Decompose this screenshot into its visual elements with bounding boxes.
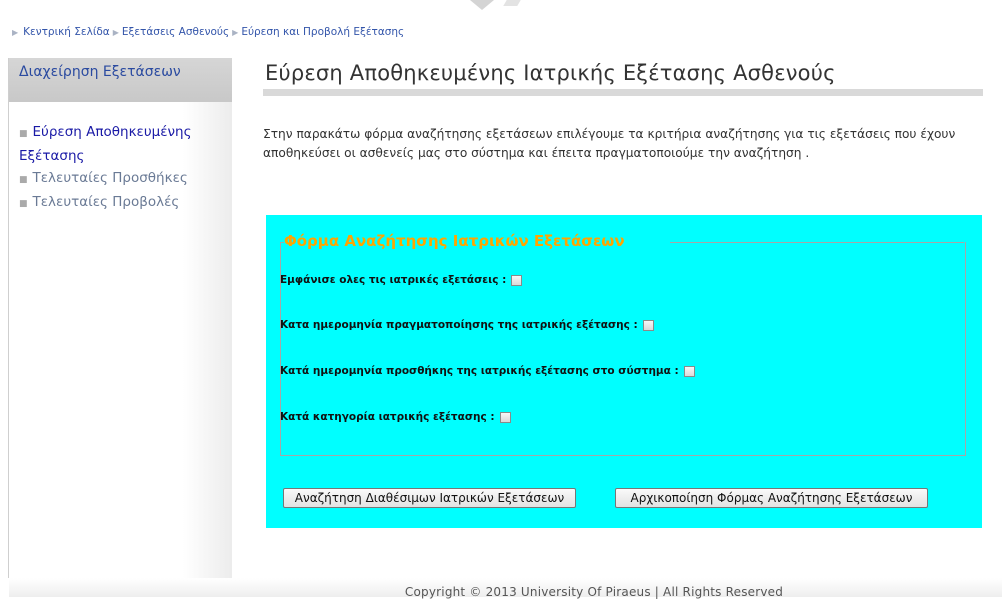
sidebar-item-label: Τελευταίες Προβολές <box>32 194 180 210</box>
sidebar-item-find-exam[interactable]: ■ Εύρεση Αποθηκευμένης Εξέτασης <box>19 121 234 167</box>
sidebar-item-label: Τελευταίες Προσθήκες <box>32 170 188 186</box>
bullet-icon: ■ <box>19 175 28 185</box>
option-by-added-date[interactable]: Κατά ημερομηνία προσθήκης της ιατρικής ε… <box>280 365 695 377</box>
sidebar-header: Διαχείρηση Εξετάσεων <box>9 58 232 102</box>
option-label: Κατα ημερομηνία πραγματοποίησης της ιατρ… <box>280 319 638 331</box>
sidebar-item-recent-additions[interactable]: ■ Τελευταίες Προσθήκες <box>19 167 234 191</box>
breadcrumb-arrow-icon: ▶ <box>112 27 119 37</box>
option-by-category[interactable]: Κατά κατηγορία ιατρικής εξέτασης : <box>280 411 511 423</box>
sidebar: Διαχείρηση Εξετάσεων ■ Εύρεση Αποθηκευμέν… <box>9 58 232 578</box>
form-legend: Φόρμα Αναζήτησης Ιατρικών Εξετάσεων <box>284 232 625 250</box>
added-date-checkbox[interactable] <box>683 365 695 377</box>
breadcrumb-arrow-icon: ▶ <box>232 27 239 37</box>
reset-form-button[interactable]: Αρχικοποίηση Φόρμας Αναζήτησης Εξετάσεων <box>615 488 928 508</box>
sidebar-nav: ■ Εύρεση Αποθηκευμένης Εξέτασης ■ Τελευταί… <box>19 121 234 215</box>
breadcrumb-arrow-icon: ▶ <box>12 27 19 37</box>
bullet-icon: ■ <box>19 199 28 209</box>
search-exams-button[interactable]: Αναζήτηση Διαθέσιμων Ιατρικών Εξετάσεων <box>283 488 576 508</box>
option-show-all[interactable]: Εμφάνισε ολες τις ιατρικές εξετάσεις : <box>280 274 523 286</box>
show-all-checkbox[interactable] <box>511 274 523 286</box>
top-decoration-2 <box>503 0 521 6</box>
title-divider <box>263 89 983 96</box>
breadcrumb-home-link[interactable]: Κεντρική Σελίδα <box>23 26 110 38</box>
bullet-icon: ■ <box>19 129 28 139</box>
intro-text: Στην παρακάτω φόρμα αναζήτησης εξετάσεων… <box>263 127 956 160</box>
top-decoration <box>470 0 494 10</box>
search-form-panel: Φόρμα Αναζήτησης Ιατρικών Εξετάσεων Εμφά… <box>266 215 982 528</box>
option-by-exam-date[interactable]: Κατα ημερομηνία πραγματοποίησης της ιατρ… <box>280 319 654 331</box>
fieldset-border <box>670 242 964 243</box>
category-checkbox[interactable] <box>499 411 511 423</box>
option-label: Εμφάνισε ολες τις ιατρικές εξετάσεις : <box>280 274 507 286</box>
sidebar-item-recent-views[interactable]: ■ Τελευταίες Προβολές <box>19 191 234 215</box>
option-label: Κατά ημερομηνία προσθήκης της ιατρικής ε… <box>280 365 679 377</box>
breadcrumb-exams-link[interactable]: Εξετάσεις Ασθενούς <box>122 26 229 38</box>
option-label: Κατά κατηγορία ιατρικής εξέτασης : <box>280 411 495 423</box>
sidebar-title: Διαχείρηση Εξετάσεων <box>19 64 181 80</box>
breadcrumb: ▶ Κεντρική Σελίδα ▶ Εξετάσεις Ασθενούς ▶… <box>12 26 404 38</box>
breadcrumb-current[interactable]: Εύρεση και Προβολή Εξέτασης <box>241 26 404 38</box>
sidebar-item-label: Εύρεση Αποθηκευμένης Εξέτασης <box>19 124 192 164</box>
exam-date-checkbox[interactable] <box>642 319 654 331</box>
page-title: Εύρεση Αποθηκευμένης Ιατρικής Εξέτασης Α… <box>265 61 836 85</box>
